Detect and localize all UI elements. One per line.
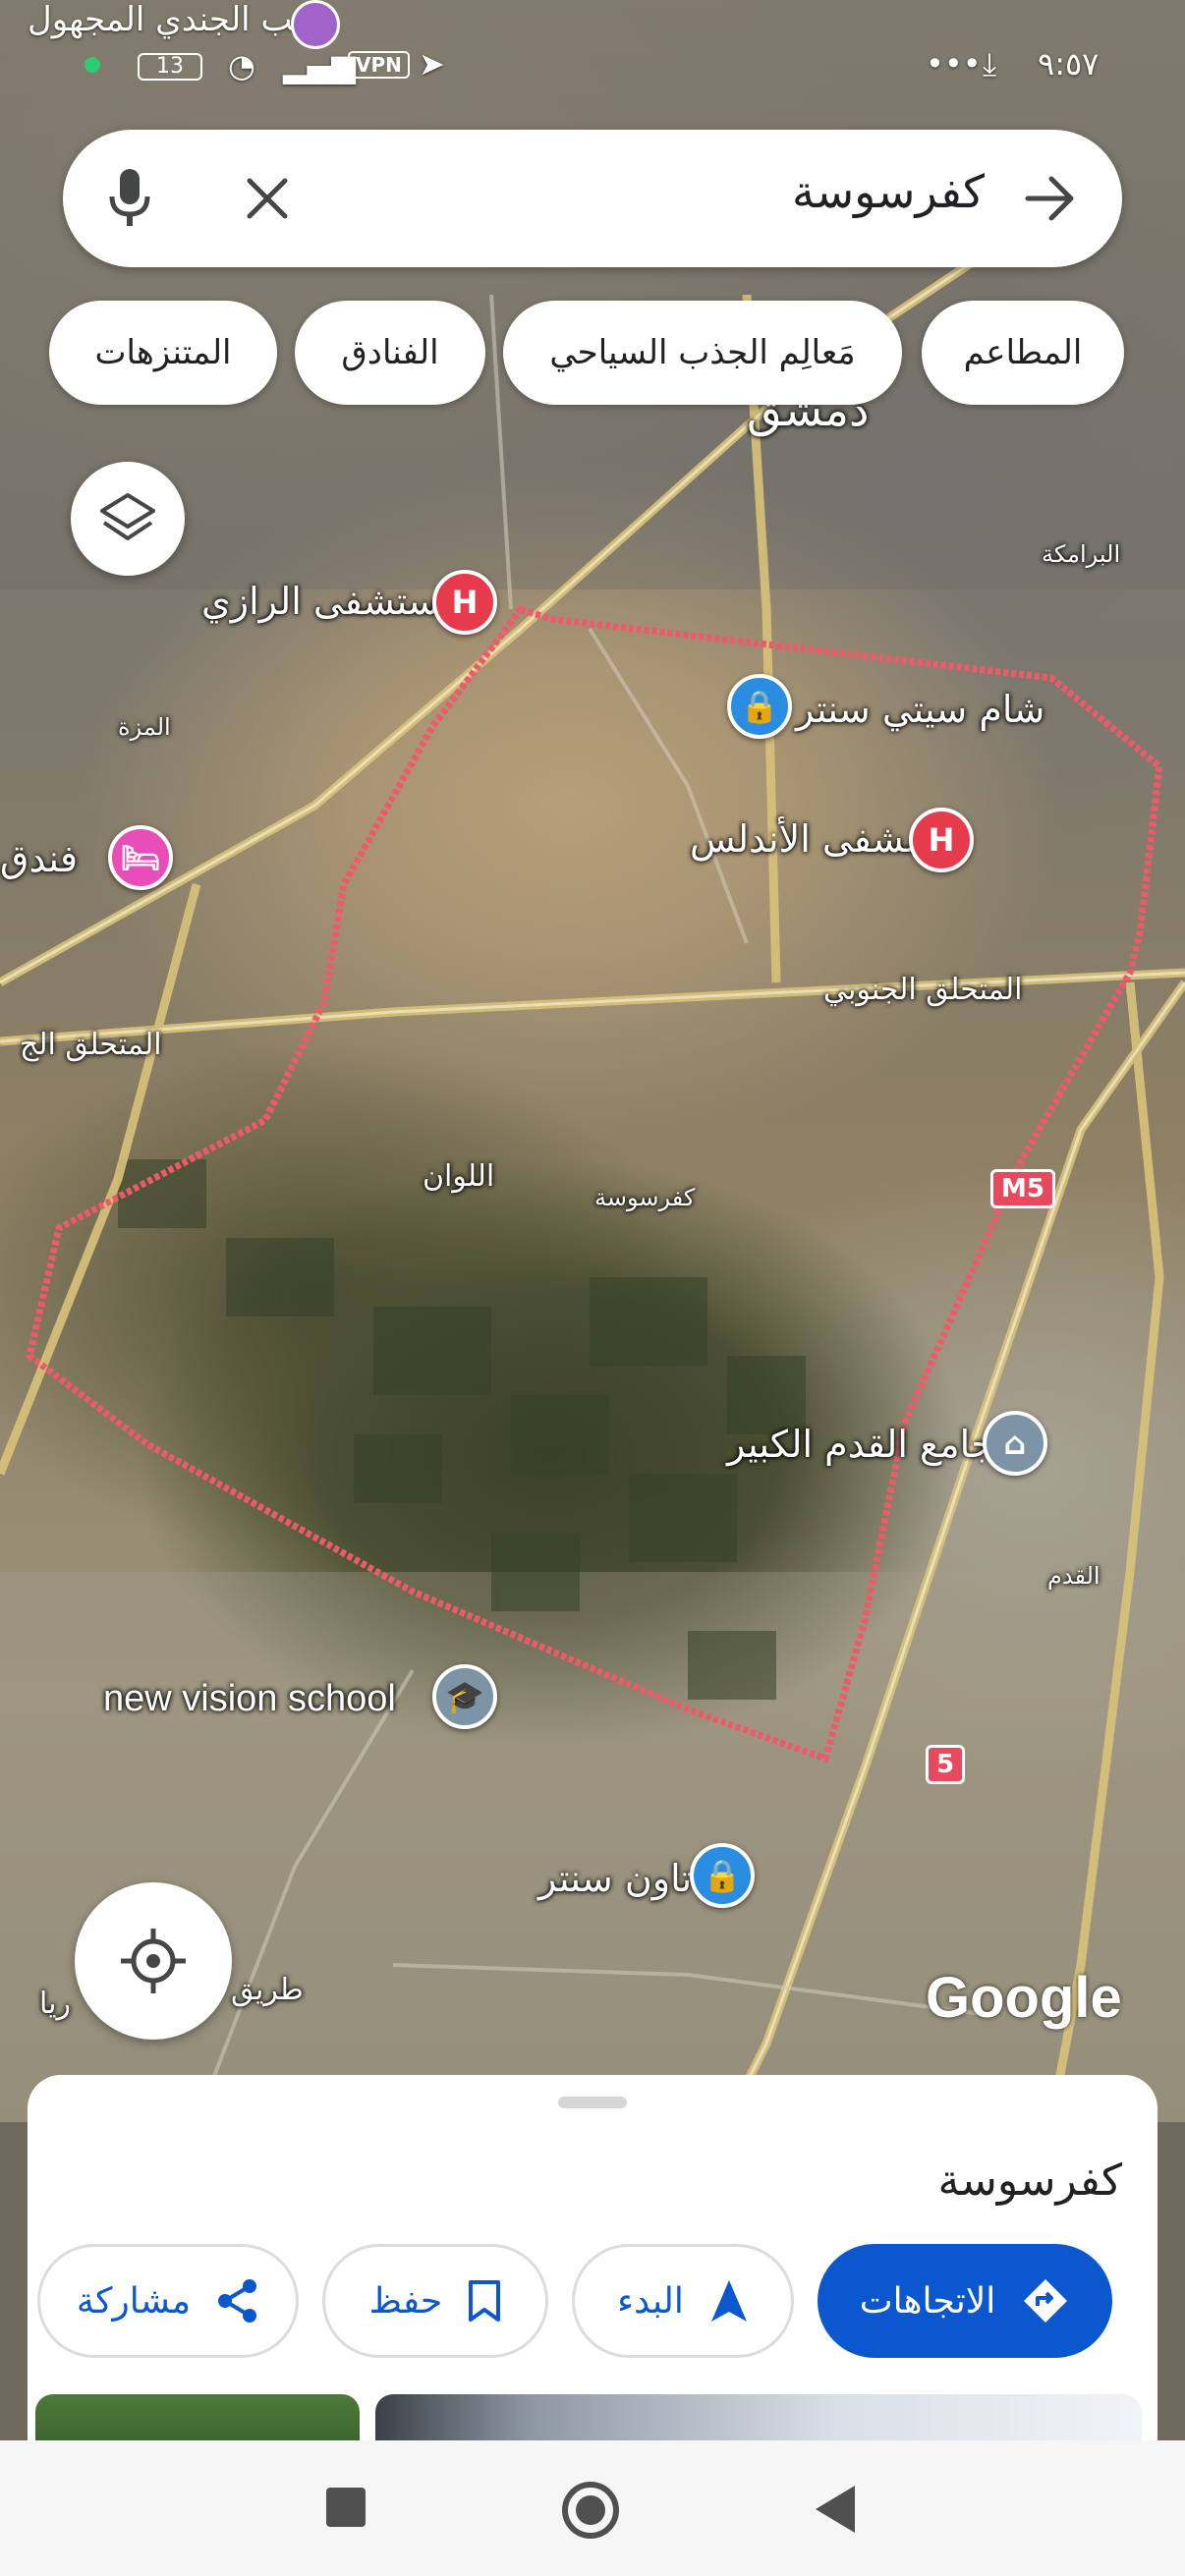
place-bottom-sheet[interactable]: كفرسوسة الاتجاهات البدء حفظ مشاركة [28,2075,1157,2468]
navigation-icon [710,2280,747,2322]
label-allawan: اللوان [423,1159,495,1194]
label-qadam: القدم [1047,1562,1100,1590]
bookmark-icon [469,2280,501,2322]
label-sham-city-center[interactable]: شام سيتي سنتر [796,688,1044,731]
vpn-badge: VPN [348,51,410,79]
maps-screen: مستشفى الرازي H شام سيتي سنتر 🔒 مشفى الأ… [0,0,1185,2576]
signal-icon: ▂▄▆ [283,47,356,84]
layers-icon [100,493,155,540]
arrow-forward-icon[interactable] [1024,175,1077,222]
chip-parks[interactable]: المتنزهات [49,301,277,405]
hospital-pin-andalus[interactable]: H [909,808,974,872]
mic-icon[interactable] [106,167,153,230]
status-top-place: نصب الجندي المجهول [28,0,332,39]
label-kafrsouseh-map: كفرسوسة [594,1184,696,1211]
my-location-icon [121,1929,186,1993]
label-mezzeh: المزة [118,713,171,741]
sheet-drag-handle[interactable] [558,2097,627,2108]
location-arrow-icon: ➤ [419,45,445,83]
chip-hotels[interactable]: الفنادق [295,301,485,405]
chip-attractions[interactable]: مَعالِم الجذب السياحي [503,301,902,405]
chip-restaurants[interactable]: المطاعم [922,301,1124,405]
label-town-center[interactable]: تاون سنتر [538,1857,692,1900]
hospital-pin-razi[interactable]: H [432,570,497,635]
mosque-pin[interactable]: ⌂ [983,1411,1047,1476]
share-icon [218,2279,257,2323]
share-label: مشاركة [76,2280,192,2322]
directions-icon [1024,2279,1068,2323]
layers-button[interactable] [71,462,185,576]
home-icon-inner [576,2495,605,2525]
save-button[interactable]: حفظ [322,2244,548,2358]
label-hotel[interactable]: فندق [0,837,78,880]
back-icon[interactable] [814,2484,857,2535]
more-dots-icon: ••• [926,45,982,83]
battery-icon: 13 [138,53,202,81]
status-time: ٩:٥٧ [1038,45,1100,83]
hotel-pin[interactable]: 🛏 [108,825,173,890]
directions-label: الاتجاهات [859,2280,996,2322]
label-andalus-hospital[interactable]: مشفى الأندلس [690,817,926,861]
battery-level: 13 [156,54,184,79]
road-5-shield: 5 [926,1745,966,1784]
my-location-button[interactable] [75,1882,232,2040]
google-logo: Google [926,1966,1122,2030]
label-southern-ring: المتحلق الجنوبي [823,973,1023,1007]
label-razi-hospital[interactable]: مستشفى الرازي [201,580,461,623]
landmark-pin[interactable] [291,0,340,49]
start-label: البدء [617,2280,684,2322]
start-button[interactable]: البدء [572,2244,794,2358]
directions-button[interactable]: الاتجاهات [818,2244,1112,2358]
label-baramkeh: البرامكة [1042,540,1121,568]
system-nav-bar [0,2440,1185,2576]
save-label: حفظ [368,2280,443,2322]
home-icon[interactable] [562,2482,619,2539]
shopping-pin-sham-city[interactable]: 🔒 [727,674,792,739]
label-road-bottom2: ريا [39,1987,71,2021]
share-button[interactable]: مشاركة [37,2244,299,2358]
label-new-vision-school[interactable]: new vision school [103,1678,396,1720]
close-icon[interactable] [246,177,289,220]
school-pin[interactable]: 🎓 [432,1664,497,1729]
search-input[interactable]: كفرسوسة [792,165,985,218]
shopping-pin-town-center[interactable]: 🔒 [690,1843,755,1908]
m5-road-shield: M5 [990,1169,1055,1208]
recent-apps-icon[interactable] [326,2488,366,2527]
place-title: كفرسوسة [937,2156,1122,2206]
download-icon: ⤓ [983,45,997,83]
label-qadam-mosque[interactable]: جامع القدم الكبير [727,1423,994,1466]
status-bar: نصب الجندي المجهول 13 ◔ ▂▄▆ VPN ➤ ••• ⤓ … [0,0,1185,118]
notification-dot [85,57,100,73]
label-southern-ring-left: المتحلق الج [20,1028,162,1062]
label-road-bottom: طريق [231,1973,304,2007]
search-bar[interactable]: كفرسوسة [63,130,1122,267]
wifi-icon: ◔ [228,47,255,84]
